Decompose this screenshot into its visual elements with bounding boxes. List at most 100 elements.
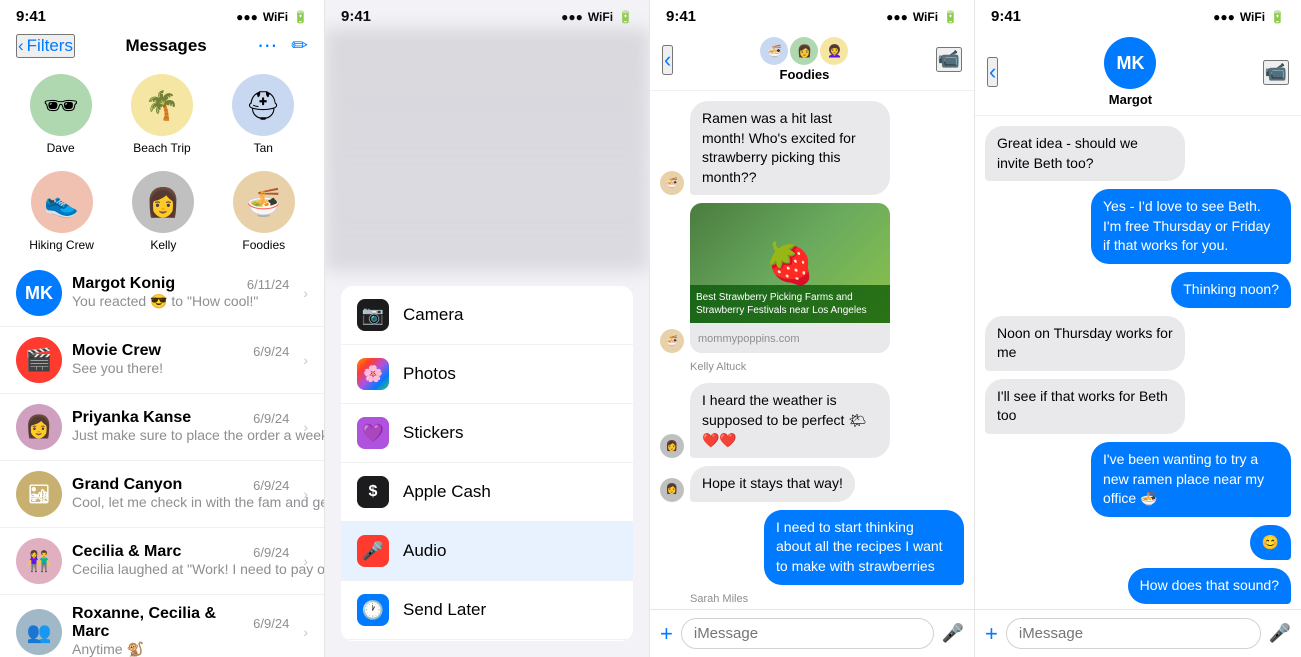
msg-preview-cecilia-marc: Cecilia laughed at "Work! I need to pay … bbox=[72, 561, 324, 577]
message-item-margot[interactable]: MK Margot Konig 6/11/24 You reacted 😎 to… bbox=[0, 260, 324, 327]
group-chat-name[interactable]: Foodies bbox=[780, 67, 830, 82]
direct-message-input[interactable] bbox=[1006, 618, 1261, 649]
chevron-priyanka: › bbox=[303, 419, 308, 435]
messages-header: ‹ Filters Messages ⋯ ✏ bbox=[0, 29, 324, 66]
bubble-s1: Yes - I'd love to see Beth. I'm free Thu… bbox=[1091, 189, 1291, 264]
battery-icon-4: 🔋 bbox=[1270, 10, 1285, 24]
add-attachment-icon[interactable]: + bbox=[660, 621, 673, 647]
pin-dave[interactable]: 🕶 Dave bbox=[30, 74, 92, 155]
photos-icon: 🌸 bbox=[363, 364, 383, 384]
menu-label-apple-cash: Apple Cash bbox=[403, 482, 491, 502]
menu-item-send-later[interactable]: 🕐 Send Later bbox=[341, 581, 633, 640]
message-item-priyanka[interactable]: 👩 Priyanka Kanse 6/9/24 Just make sure t… bbox=[0, 394, 324, 461]
message-item-roxanne[interactable]: 👥 Roxanne, Cecilia & Marc 6/9/24 Anytime… bbox=[0, 595, 324, 657]
direct-chat-panel: 9:41 ●●● WiFi 🔋 ‹ MK Margot 📹 Great idea… bbox=[975, 0, 1301, 657]
time-1: 9:41 bbox=[16, 8, 46, 25]
direct-chat-header: ‹ MK Margot 📹 bbox=[975, 29, 1301, 116]
msg-preview-priyanka: Just make sure to place the order a week… bbox=[72, 427, 324, 443]
avatar-cecilia-marc: 👫 bbox=[16, 538, 62, 584]
mic-icon[interactable]: 🎤 bbox=[942, 623, 964, 644]
msg-row-s5: How does that sound? bbox=[985, 568, 1291, 604]
chat-blur-area bbox=[325, 29, 649, 270]
menu-item-audio[interactable]: 🎤 Audio bbox=[341, 522, 633, 581]
menu-icon[interactable]: ⋯ bbox=[257, 33, 277, 58]
video-call-button-3[interactable]: 📹 bbox=[936, 47, 962, 72]
menu-label-camera: Camera bbox=[403, 305, 463, 325]
avatar-margot-header[interactable]: MK bbox=[1104, 37, 1156, 89]
msg-content-margot: Margot Konig 6/11/24 You reacted 😎 to "H… bbox=[72, 275, 289, 311]
msg-date-grand-canyon: 6/9/24 bbox=[253, 478, 289, 493]
group-chat-input-bar: + 🎤 bbox=[650, 609, 974, 657]
pinned-contacts: 🕶 Dave 🌴 Beach Trip ⛑ Tan bbox=[0, 66, 324, 163]
message-item-cecilia-marc[interactable]: 👫 Cecilia & Marc 6/9/24 Cecilia laughed … bbox=[0, 528, 324, 595]
status-icons-1: ●●● WiFi 🔋 bbox=[236, 10, 308, 24]
message-row-sent-1: I need to start thinking about all the r… bbox=[660, 510, 964, 585]
group-chat-panel: 9:41 ●●● WiFi 🔋 ‹ 🍜 👩 👩‍🦱 Foodies 📹 🍜 Ra… bbox=[650, 0, 975, 657]
group-avatar-2: 👩 bbox=[790, 37, 818, 65]
pin-kelly[interactable]: 👩 Kelly bbox=[132, 171, 194, 252]
menu-item-apple-cash[interactable]: $ Apple Cash bbox=[341, 463, 633, 522]
status-icons-3: ●●● WiFi 🔋 bbox=[886, 10, 958, 24]
bubble-1: Ramen was a hit last month! Who's excite… bbox=[690, 101, 890, 195]
video-call-button-4[interactable]: 📹 bbox=[1263, 60, 1289, 85]
message-row-link: 🍜 🍓 Best Strawberry Picking Farms and St… bbox=[660, 203, 964, 353]
bubble-m2: Noon on Thursday works for me bbox=[985, 316, 1185, 371]
pin-beach-trip[interactable]: 🌴 Beach Trip bbox=[131, 74, 193, 155]
pin-hiking-crew[interactable]: 👟 Hiking Crew bbox=[29, 171, 94, 252]
app-menu-list: 📷 Camera 🌸 Photos 💜 Stickers $ Apple Cas… bbox=[341, 286, 633, 641]
menu-item-camera[interactable]: 📷 Camera bbox=[341, 286, 633, 345]
message-row-kelly-1: 👩 I heard the weather is supposed to be … bbox=[660, 383, 964, 458]
menu-item-more[interactable]: ▼ More bbox=[341, 640, 633, 641]
menu-item-stickers[interactable]: 💜 Stickers bbox=[341, 404, 633, 463]
msg-row-m3: I'll see if that works for Beth too bbox=[985, 379, 1291, 434]
direct-chat-header-center: MK Margot bbox=[1104, 37, 1156, 107]
avatar-beach-trip: 🌴 bbox=[131, 74, 193, 136]
msg-preview-grand-canyon: Cool, let me check in with the fam and g… bbox=[72, 494, 324, 510]
back-button-4[interactable]: ‹ bbox=[987, 57, 998, 87]
add-attachment-icon-4[interactable]: + bbox=[985, 621, 998, 647]
camera-icon-wrap: 📷 bbox=[357, 299, 389, 331]
message-item-grand-canyon[interactable]: 🏜 Grand Canyon 6/9/24 Cool, let me check… bbox=[0, 461, 324, 528]
group-avatar-1: 🍜 bbox=[760, 37, 788, 65]
pin-foodies[interactable]: 🍜 Foodies bbox=[233, 171, 295, 252]
msg-top-grand-canyon: Grand Canyon 6/9/24 bbox=[72, 476, 289, 494]
signal-icon-2: ●●● bbox=[561, 10, 583, 24]
filters-button[interactable]: ‹ Filters bbox=[16, 34, 75, 58]
link-preview[interactable]: 🍓 Best Strawberry Picking Farms and Stra… bbox=[690, 203, 890, 353]
msg-row-m1: Great idea - should we invite Beth too? bbox=[985, 126, 1291, 181]
link-preview-text: mommypoppins.com bbox=[690, 323, 890, 353]
menu-item-photos[interactable]: 🌸 Photos bbox=[341, 345, 633, 404]
msg-name-priyanka: Priyanka Kanse bbox=[72, 409, 191, 427]
pin-tan[interactable]: ⛑ Tan bbox=[232, 74, 294, 155]
pinned-contacts-row2: 👟 Hiking Crew 👩 Kelly 🍜 Foodies bbox=[0, 163, 324, 260]
wifi-icon-3: WiFi bbox=[913, 10, 938, 24]
bubble-kelly-1: I heard the weather is supposed to be pe… bbox=[690, 383, 890, 458]
message-row-kelly-2: 👩 Hope it stays that way! bbox=[660, 466, 964, 502]
time-3: 9:41 bbox=[666, 8, 696, 25]
compose-icon[interactable]: ✏ bbox=[291, 33, 308, 58]
time-4: 9:41 bbox=[991, 8, 1021, 25]
msg-row-s3: I've been wanting to try a new ramen pla… bbox=[985, 442, 1291, 517]
message-item-movie-crew[interactable]: 🎬 Movie Crew 6/9/24 See you there! › bbox=[0, 327, 324, 394]
status-bar-4: 9:41 ●●● WiFi 🔋 bbox=[975, 0, 1301, 29]
group-message-input[interactable] bbox=[681, 618, 934, 649]
chevron-margot: › bbox=[303, 285, 308, 301]
header-actions: ⋯ ✏ bbox=[257, 33, 308, 58]
msg-date-cecilia-marc: 6/9/24 bbox=[253, 545, 289, 560]
avatar-hiking-crew: 👟 bbox=[31, 171, 93, 233]
link-preview-image: 🍓 Best Strawberry Picking Farms and Stra… bbox=[690, 203, 890, 323]
message-list: MK Margot Konig 6/11/24 You reacted 😎 to… bbox=[0, 260, 324, 657]
signal-icon-4: ●●● bbox=[1213, 10, 1235, 24]
msg-content-cecilia-marc: Cecilia & Marc 6/9/24 Cecilia laughed at… bbox=[72, 543, 289, 579]
msg-avatar-kelly-1: 👩 bbox=[660, 434, 684, 458]
direct-chat-messages: Great idea - should we invite Beth too? … bbox=[975, 116, 1301, 609]
status-bar-1: 9:41 ●●● WiFi 🔋 bbox=[0, 0, 324, 29]
bubble-s5: How does that sound? bbox=[1128, 568, 1291, 604]
mic-icon-4[interactable]: 🎤 bbox=[1269, 623, 1291, 644]
msg-top-priyanka: Priyanka Kanse 6/9/24 bbox=[72, 409, 289, 427]
chevron-grand-canyon: › bbox=[303, 486, 308, 502]
back-button-3[interactable]: ‹ bbox=[662, 45, 673, 75]
menu-label-audio: Audio bbox=[403, 541, 446, 561]
status-bar-3: 9:41 ●●● WiFi 🔋 bbox=[650, 0, 974, 29]
audio-icon-wrap: 🎤 bbox=[357, 535, 389, 567]
